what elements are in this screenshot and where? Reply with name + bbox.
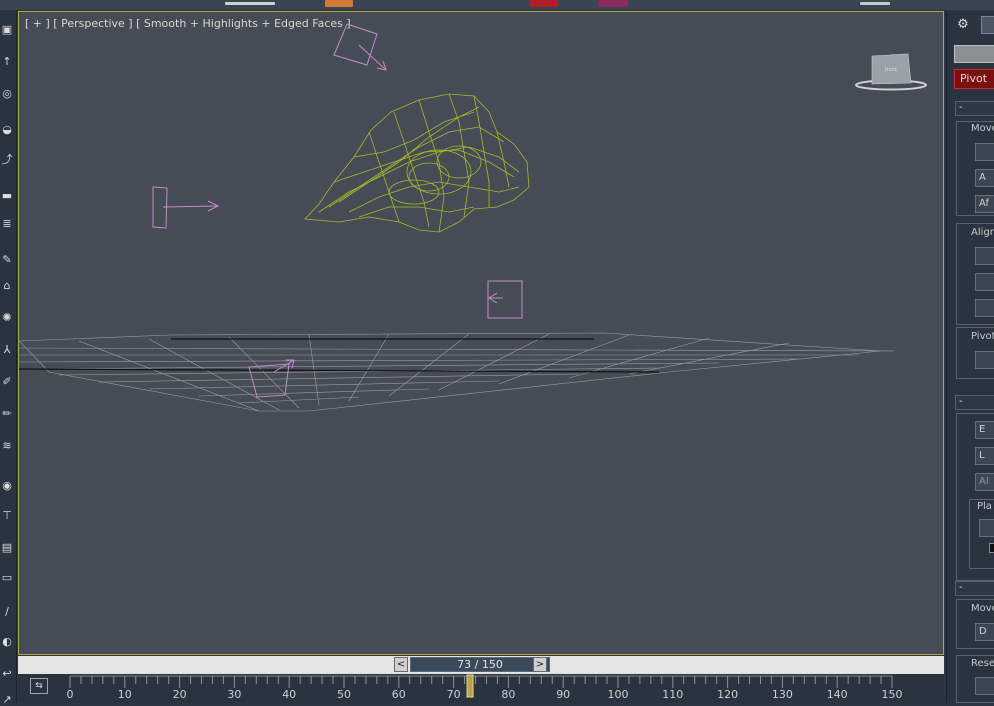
align-label: Align: [971, 227, 994, 238]
place-icon[interactable]: ⤴: [1, 154, 13, 166]
trackbar-tick-label: 50: [337, 688, 351, 701]
trackbar-ruler[interactable]: 0 10 20 30 40 50 60 70 80 90 100 110 120 130 140 150: [18, 674, 944, 703]
name-field[interactable]: [954, 45, 994, 63]
select-move-icon[interactable]: ↑: [1, 56, 13, 68]
next-frame-button[interactable]: >: [533, 657, 547, 672]
spiral-icon[interactable]: ◐: [1, 636, 13, 648]
affect-object-button[interactable]: A: [975, 169, 994, 187]
prev-frame-button[interactable]: <: [394, 657, 408, 672]
light-helper-left[interactable]: [152, 186, 220, 229]
trackbar-tick-label: 130: [772, 688, 793, 701]
shape-icon[interactable]: ⌂: [1, 280, 13, 292]
time-slider-bar: < 73 / 150 >: [18, 656, 944, 674]
place-checkbox[interactable]: [989, 543, 994, 553]
toolbar-icon-red[interactable]: [530, 0, 558, 7]
eraser-icon[interactable]: ▭: [1, 572, 13, 584]
trackbar-tick-label: 100: [608, 688, 629, 701]
circle-icon[interactable]: ◉: [1, 480, 13, 492]
paint-icon[interactable]: ✎: [1, 254, 13, 266]
trackbar-tick-label: 120: [717, 688, 738, 701]
wave-icon[interactable]: ≋: [1, 440, 13, 452]
trackbar-tick-label: 60: [392, 688, 406, 701]
brush-icon[interactable]: ✐: [1, 376, 13, 388]
hierarchy-icon[interactable]: ⅄: [1, 344, 13, 356]
toolbar-icon-a[interactable]: [225, 2, 275, 5]
select-scale-icon[interactable]: ◒: [1, 124, 13, 136]
trackbar-tick-label: 20: [173, 688, 187, 701]
light-helper-top[interactable]: [333, 23, 387, 71]
rollout-collapse-2[interactable]: -: [955, 395, 994, 410]
box-icon[interactable]: ▬: [1, 190, 13, 202]
command-panel: ⚙ Pivot - Move A Af Align Pivot - E L Al…: [946, 11, 994, 703]
move-label-2: Move: [971, 603, 994, 614]
camera-helper-ground[interactable]: [248, 359, 295, 398]
reset-label: Rese: [971, 658, 994, 669]
affect-hierarchy-button[interactable]: Af: [975, 195, 994, 213]
move-label: Move: [971, 123, 994, 134]
center-to-object-button[interactable]: [975, 247, 994, 265]
hook-icon[interactable]: ↩: [1, 668, 13, 680]
gear-icon[interactable]: ⚙: [955, 17, 971, 33]
layers-icon[interactable]: ≣: [1, 218, 13, 230]
align-to-world-button[interactable]: [975, 299, 994, 317]
viewcube[interactable]: front: [855, 53, 927, 91]
light-helper-middle[interactable]: [487, 280, 523, 319]
reset-pivot-button[interactable]: [975, 351, 994, 369]
ground-plane-grid: [19, 332, 895, 412]
toolbar-icon-orange[interactable]: [325, 0, 353, 7]
trackbar-tick-label: 80: [501, 688, 515, 701]
select-object-icon[interactable]: ▣: [1, 24, 13, 36]
left-toolbar: ▣ ↑ ◎ ◒ ⤴ ▬ ≣ ✎ ⌂ ✺ ⅄ ✐ ✏ ≋ ◉ ⊤ ▤ ▭ ∕ ◐ …: [0, 10, 17, 706]
trackbar-tick-label: 30: [227, 688, 241, 701]
hierarchy-tab-icon[interactable]: [981, 16, 994, 34]
current-frame-marker[interactable]: [466, 674, 474, 698]
arrow-icon[interactable]: ↗: [1, 694, 13, 706]
trackbar-tick-label: 150: [882, 688, 903, 701]
trackbar-tick-label: 140: [827, 688, 848, 701]
rollout-collapse-1[interactable]: -: [955, 101, 994, 116]
grid-center-lines: [19, 338, 660, 373]
trackbar[interactable]: ⇆ 0 10 20 30 40 50 60 70 80 90 100 110 120 130 140 150: [18, 674, 944, 703]
pivot-label: Pivot: [971, 331, 994, 342]
edit-working-pivot-button[interactable]: E: [975, 421, 994, 439]
affect-pivot-button[interactable]: [975, 143, 994, 161]
document-icon[interactable]: ▤: [1, 542, 13, 554]
trackbar-tick-label: 110: [662, 688, 683, 701]
knife-icon[interactable]: ∕: [1, 606, 13, 618]
select-rotate-icon[interactable]: ◎: [1, 88, 13, 100]
trackbar-tick-label: 0: [67, 688, 74, 701]
toolbar-icon-b[interactable]: [598, 0, 628, 7]
trackbar-tick-label: 40: [282, 688, 296, 701]
time-slider[interactable]: 73 / 150: [410, 657, 550, 672]
align-to-view-button[interactable]: Al: [975, 473, 994, 491]
gear-icon[interactable]: ✺: [1, 312, 13, 324]
viewcube-face-label: front: [885, 67, 897, 73]
trackbar-tick-label: 10: [118, 688, 132, 701]
pin-icon[interactable]: ⊤: [1, 510, 13, 522]
trackbar-tick-label: 90: [556, 688, 570, 701]
placement-label: Pla: [977, 501, 992, 512]
dont-affect-children-button[interactable]: D: [975, 623, 994, 641]
use-working-pivot-button[interactable]: L: [975, 447, 994, 465]
align-to-object-button[interactable]: [975, 273, 994, 291]
main-toolbar: [0, 0, 994, 10]
perspective-viewport[interactable]: [ + ] [ Perspective ] [ Smooth + Highlig…: [18, 11, 944, 655]
pivot-button[interactable]: Pivot: [954, 69, 994, 89]
viewport-canvas[interactable]: front: [19, 12, 945, 656]
place-button[interactable]: [979, 519, 994, 537]
rollout-collapse-3[interactable]: -: [955, 581, 994, 596]
rock-mesh[interactable]: [304, 93, 530, 233]
toolbar-icon-c[interactable]: [860, 2, 890, 5]
trackbar-tick-label: 70: [447, 688, 461, 701]
pencil-icon[interactable]: ✏: [1, 408, 13, 420]
reset-transform-button[interactable]: [975, 677, 994, 695]
